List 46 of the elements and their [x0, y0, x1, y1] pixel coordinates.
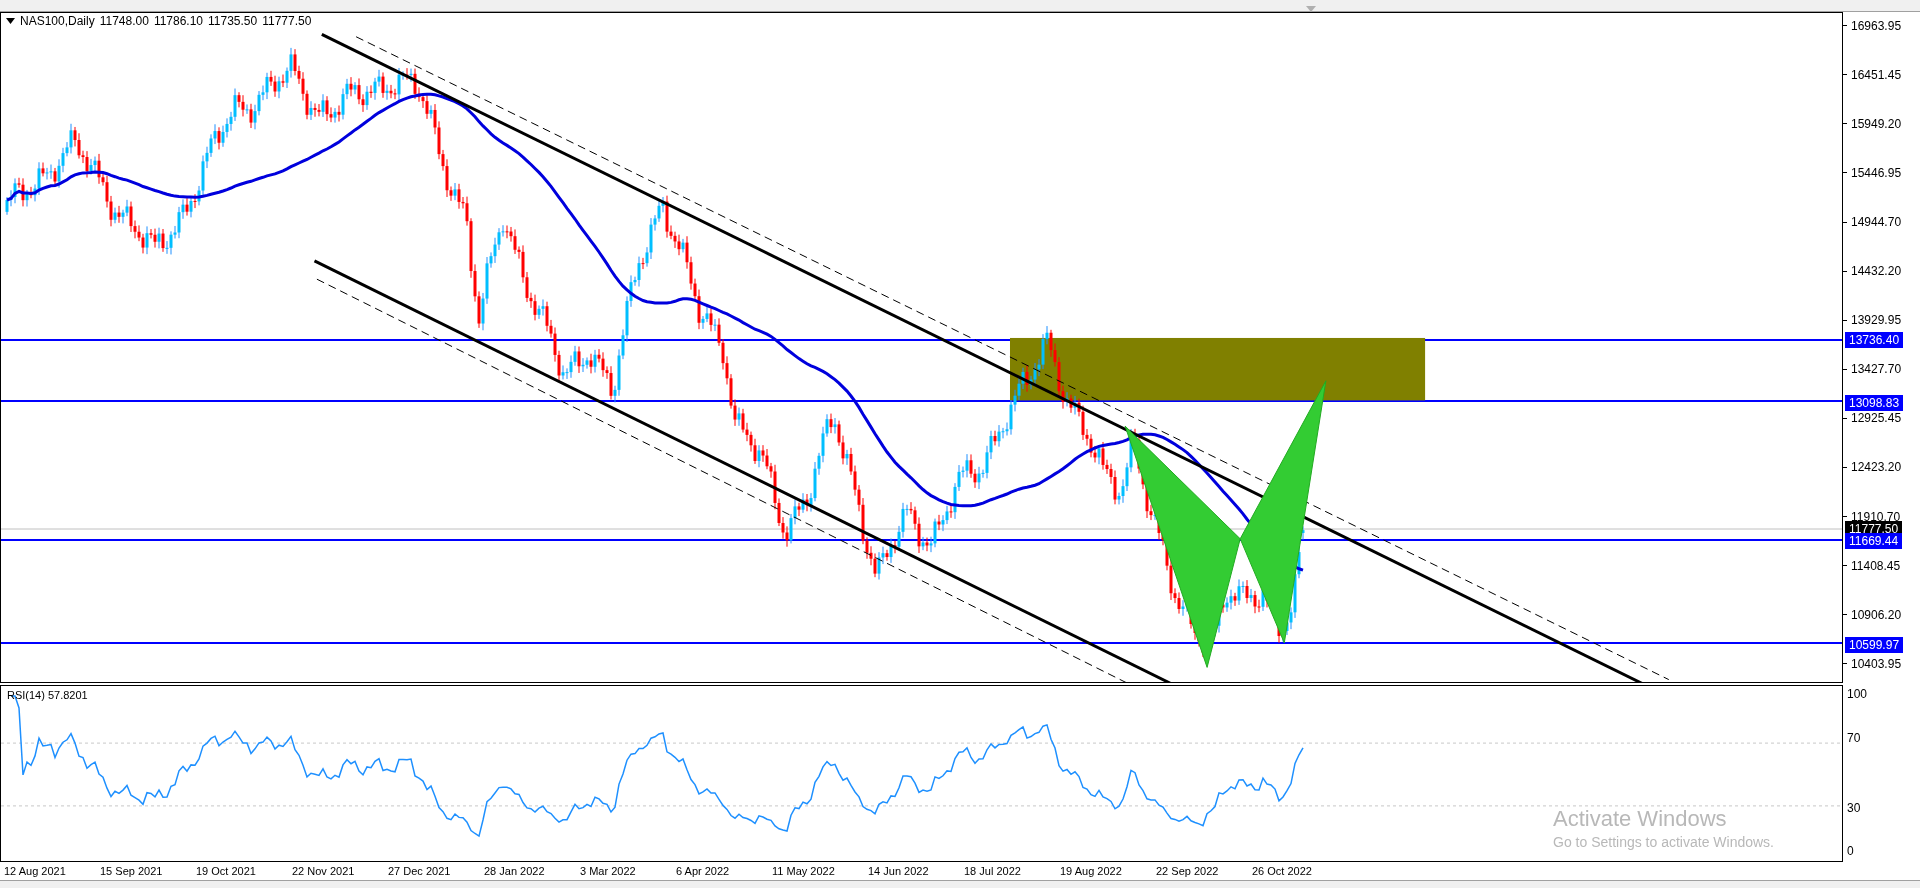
- symbol-label: NAS100,Daily: [20, 14, 95, 28]
- price-axis-label: 13929.95: [1851, 313, 1902, 328]
- price-axis-label: 10403.95: [1851, 656, 1902, 671]
- price-axis-label: 11408.45: [1851, 558, 1901, 573]
- price-axis-label: 16963.95: [1851, 18, 1902, 33]
- rsi-axis-label: 100: [1847, 687, 1868, 701]
- price-axis-label: 16451.45: [1851, 67, 1902, 82]
- date-axis-label: 12 Aug 2021: [4, 865, 67, 877]
- ohlc-value: 11777.50: [262, 14, 312, 28]
- date-axis-label: 19 Aug 2022: [1060, 865, 1123, 877]
- price-level-tag: 13098.83: [1845, 395, 1904, 411]
- price-axis-label: 12423.20: [1851, 460, 1902, 475]
- date-axis-label: 14 Jun 2022: [868, 865, 930, 877]
- price-axis-label: 11910.70: [1851, 509, 1901, 524]
- price-level-tag: 13736.40: [1845, 332, 1904, 348]
- price-axis-label: 15446.95: [1851, 165, 1902, 180]
- date-axis-label: 15 Sep 2021: [100, 865, 164, 877]
- date-axis-label: 27 Dec 2021: [388, 865, 452, 877]
- date-axis-label: 28 Jan 2022: [484, 865, 546, 877]
- price-axis-label: 14432.20: [1851, 264, 1902, 279]
- date-axis-label: 26 Oct 2022: [1252, 865, 1313, 877]
- price-axis-label: 13427.70: [1851, 362, 1902, 377]
- date-axis-label: 11 May 2022: [772, 865, 836, 877]
- rsi-axis-label: 30: [1847, 801, 1861, 815]
- ohlc-value: 11748.00: [99, 14, 149, 28]
- rsi-axis-label: 70: [1847, 731, 1861, 745]
- rsi-axis-label: 0: [1847, 844, 1854, 858]
- date-axis-label: 18 Jul 2022: [964, 865, 1022, 877]
- price-axis-label: 14944.70: [1851, 215, 1902, 229]
- date-axis-label: 22 Sep 2022: [1156, 865, 1220, 877]
- ohlc-value: 11786.10: [153, 14, 204, 28]
- chart-shift-marker-icon: [1306, 6, 1316, 12]
- date-axis-label: 6 Apr 2022: [676, 865, 731, 877]
- activation-title: Activate Windows: [1553, 806, 1728, 832]
- dropdown-triangle-icon[interactable]: [6, 18, 15, 24]
- price-axis-label: 15949.20: [1851, 116, 1902, 131]
- price-axis-label: 12925.45: [1851, 411, 1902, 426]
- activation-text: Go to Settings to activate Windows.: [1553, 834, 1774, 850]
- ohlc-value: 11735.50: [208, 14, 258, 28]
- price-level-tag: 11669.44: [1845, 533, 1903, 549]
- date-axis-label: 3 Mar 2022: [580, 865, 637, 877]
- price-axis-label: 10906.20: [1851, 607, 1902, 622]
- date-axis-label: 22 Nov 2021: [292, 865, 356, 877]
- rsi-title: RSI(14) 57.8201: [7, 689, 88, 701]
- date-axis-label: 19 Oct 2021: [196, 865, 257, 877]
- price-level-tag: 10599.97: [1845, 637, 1904, 653]
